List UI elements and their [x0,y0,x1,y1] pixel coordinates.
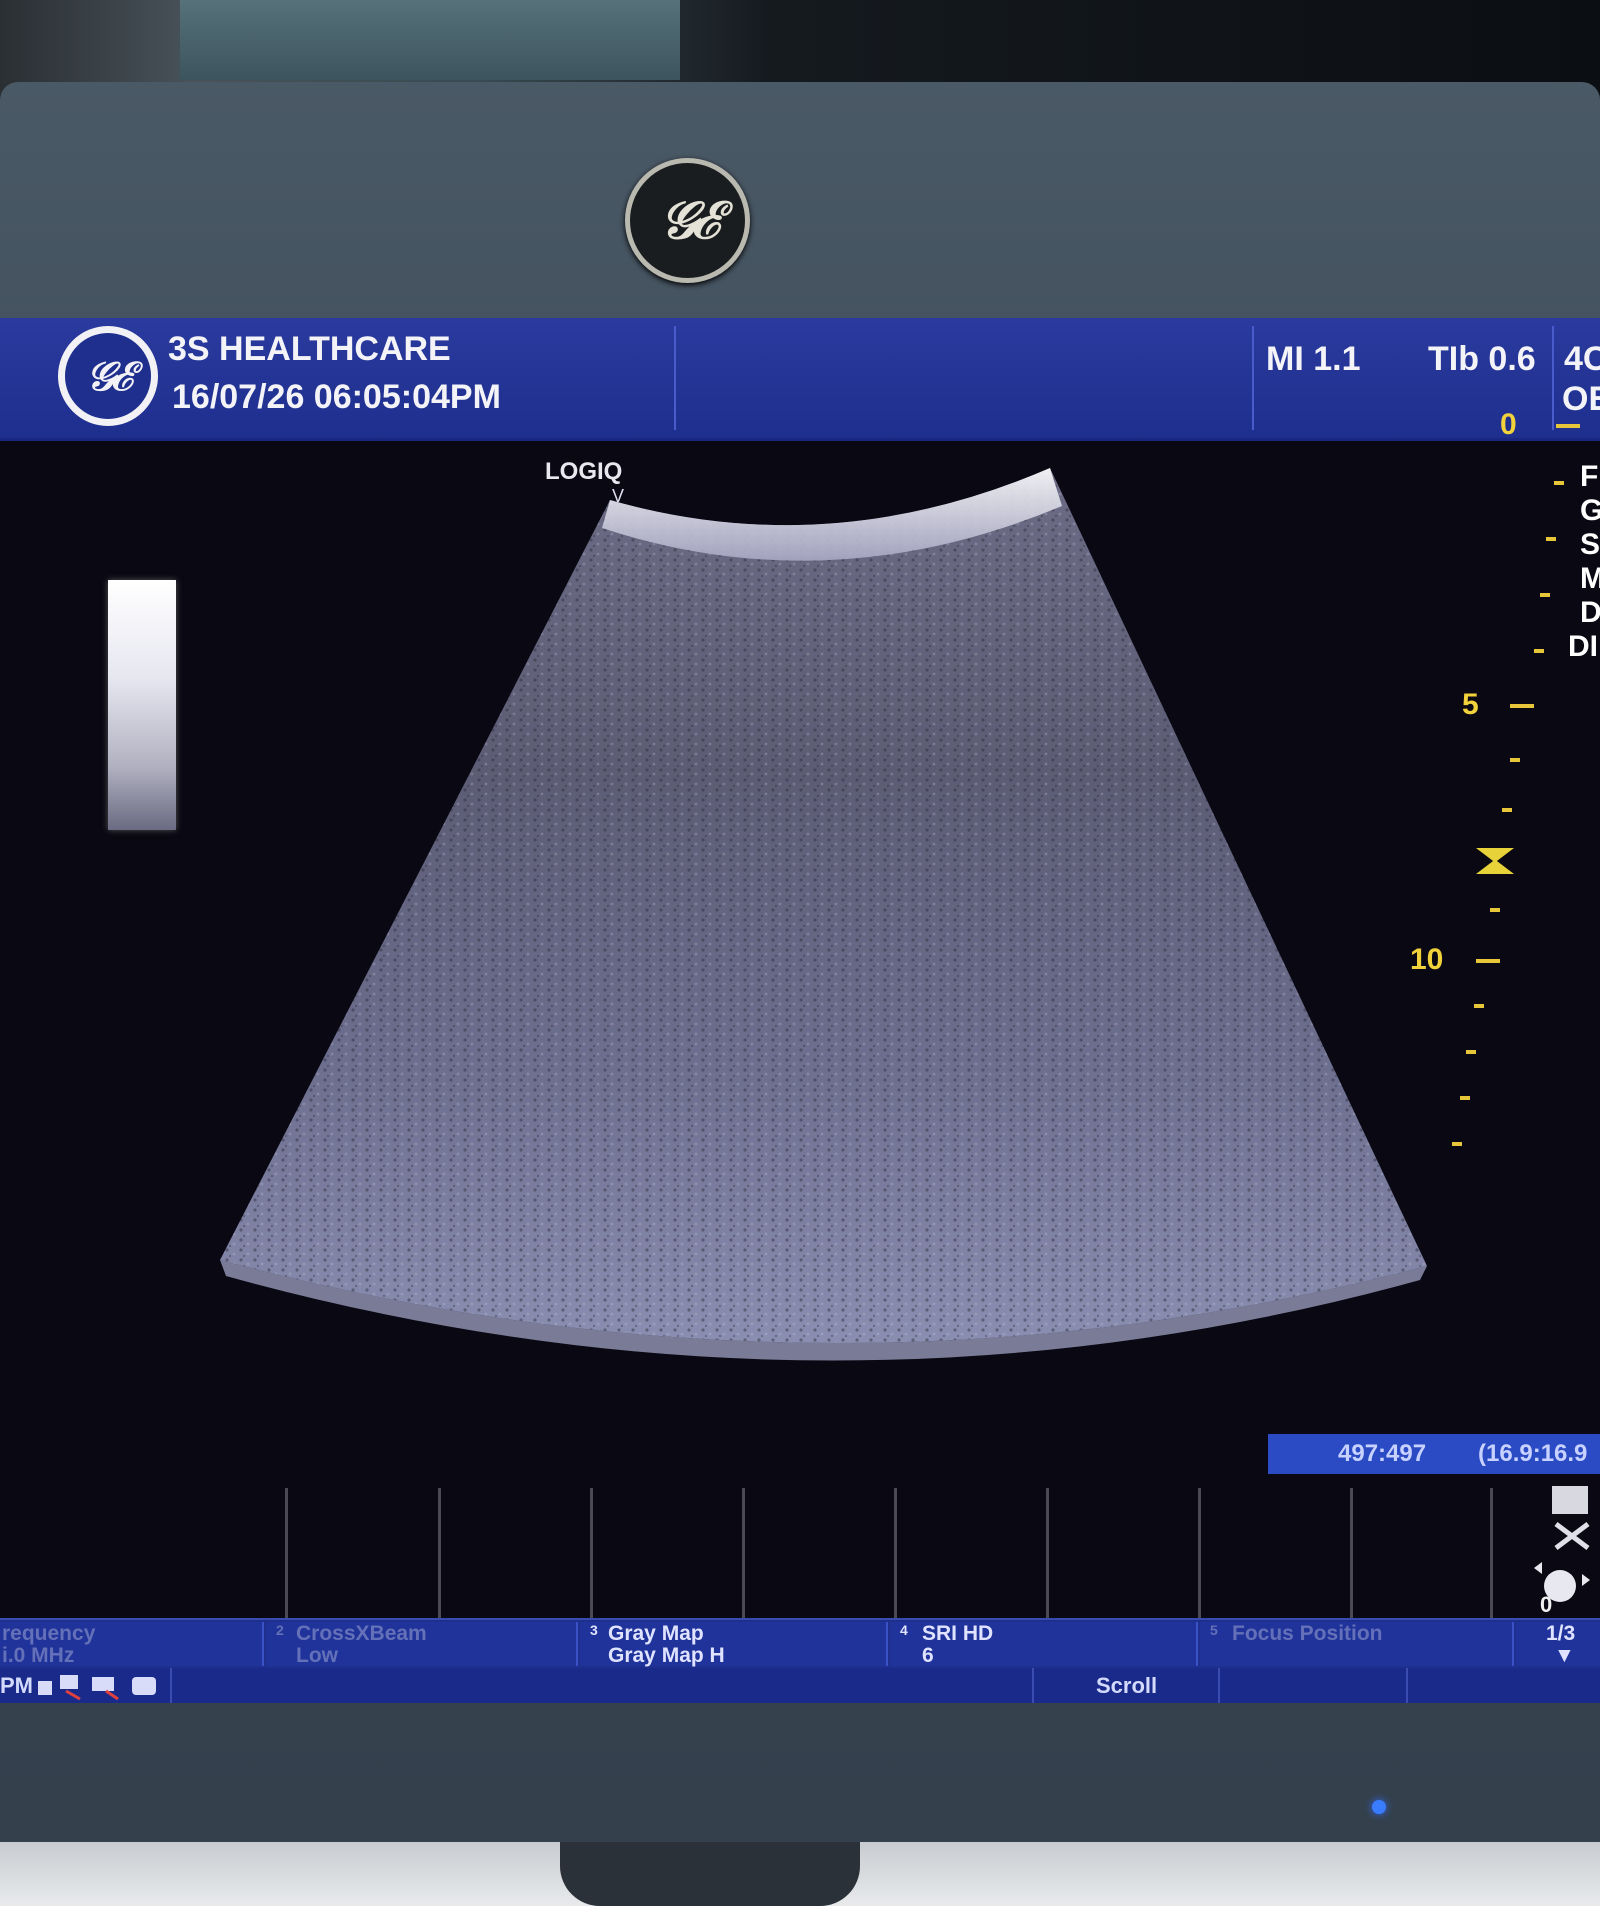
tgc-line[interactable] [1046,1488,1049,1638]
softkey-focus-position[interactable]: 5 Focus Position [1200,1622,1514,1666]
softkey-gray-map[interactable]: 3 Gray Map Gray Map H [580,1622,888,1667]
page-down-arrow-icon: ▼ [1554,1644,1575,1667]
softkey-label: Focus Position [1232,1622,1383,1645]
softkey-value: Gray Map H [608,1644,725,1667]
tgc-line[interactable] [438,1488,441,1638]
side-param: DI [1568,630,1598,663]
side-param: G [1580,494,1600,527]
depth-label-10: 10 [1410,943,1444,976]
side-param: S [1580,528,1600,561]
softkey-label: CrossXBeam [296,1622,427,1645]
ge-bezel-logo-icon: 𝒢ℰ [625,158,750,283]
trackball-mode-label: Scroll [1096,1673,1158,1698]
tgc-line[interactable] [1350,1488,1353,1638]
softkey-label: Gray Map [608,1622,704,1645]
tgc-line[interactable] [590,1488,593,1638]
softkey-sri-hd[interactable]: 4 SRI HD 6 [890,1622,1198,1667]
tgc-line[interactable] [742,1488,745,1638]
probe-label: LOGIQ [545,458,623,485]
depth-label-0: 0 [1500,408,1517,441]
softkey-label: SRI HD [922,1622,994,1645]
depth-tick [1452,1142,1462,1146]
ultrasound-screen: 𝒢ℰ 3S HEALTHCARE 16/07/26 06:05:04PM MI … [0,318,1600,1703]
status-bar: PM Scroll [0,1668,1600,1703]
system-status-icons [38,1675,156,1701]
tgc-line[interactable] [285,1488,288,1638]
depth-tick [1554,481,1564,485]
tgc-line[interactable] [894,1488,897,1638]
status-segment [170,1668,1032,1703]
softkey-number: 3 [590,1622,598,1638]
status-segment [1218,1668,1406,1703]
depth-tick [1502,808,1512,812]
side-param: F [1580,460,1599,493]
ratio-left: 497:497 [1338,1440,1427,1467]
softkey-value: i.0 MHz [2,1644,75,1667]
side-param: D [1580,596,1600,629]
softkey-value: 6 [922,1644,934,1667]
trackball-control-icon[interactable] [1518,1478,1598,1638]
depth-tick [1510,758,1520,762]
status-segment: Scroll [1032,1668,1218,1703]
depth-tick [1534,649,1544,653]
softkey-bar: requency i.0 MHz 2 CrossXBeam Low 3 Gray… [0,1618,1600,1668]
background-room [0,0,1600,95]
side-param: M [1580,562,1600,595]
probe-orientation-marker: V [612,486,625,506]
tgc-guide-lines [0,1488,1600,1638]
depth-tick [1490,908,1500,912]
tgc-line[interactable] [1198,1488,1201,1638]
depth-tick [1460,1096,1470,1100]
softkey-number: 5 [1210,1622,1218,1638]
grayscale-bar [108,580,176,830]
depth-tick [1540,593,1550,597]
status-segment [1406,1668,1600,1703]
status-time-suffix: PM [0,1673,33,1698]
softkey-number: 2 [276,1622,284,1638]
monitor-stand [560,1842,860,1906]
depth-label-5: 5 [1462,688,1479,721]
softkey-frequency[interactable]: requency i.0 MHz [0,1622,264,1667]
depth-tick-major [1476,959,1500,963]
corner-icon-group [1518,1478,1598,1638]
corner-zero-label: 0 [1540,1592,1553,1617]
softkey-page[interactable]: 1/3 ▼ [1516,1622,1600,1667]
softkey-number: 4 [900,1622,908,1638]
tgc-line[interactable] [1490,1488,1493,1638]
background-window [180,0,680,80]
softkey-value: Low [296,1644,338,1667]
depth-tick [1466,1050,1476,1054]
page-indicator: 1/3 [1546,1622,1576,1645]
depth-tick-major [1510,704,1534,708]
depth-tick-major [1556,424,1580,428]
power-led-icon [1372,1800,1386,1814]
softkey-label: requency [2,1622,96,1645]
ratio-right: (16.9:16.9 [1478,1440,1588,1467]
image-ratio-bar: 497:497 (16.9:16.9 [1268,1434,1600,1474]
softkey-crossxbeam[interactable]: 2 CrossXBeam Low [266,1622,578,1667]
depth-tick [1546,537,1556,541]
depth-tick [1474,1004,1484,1008]
